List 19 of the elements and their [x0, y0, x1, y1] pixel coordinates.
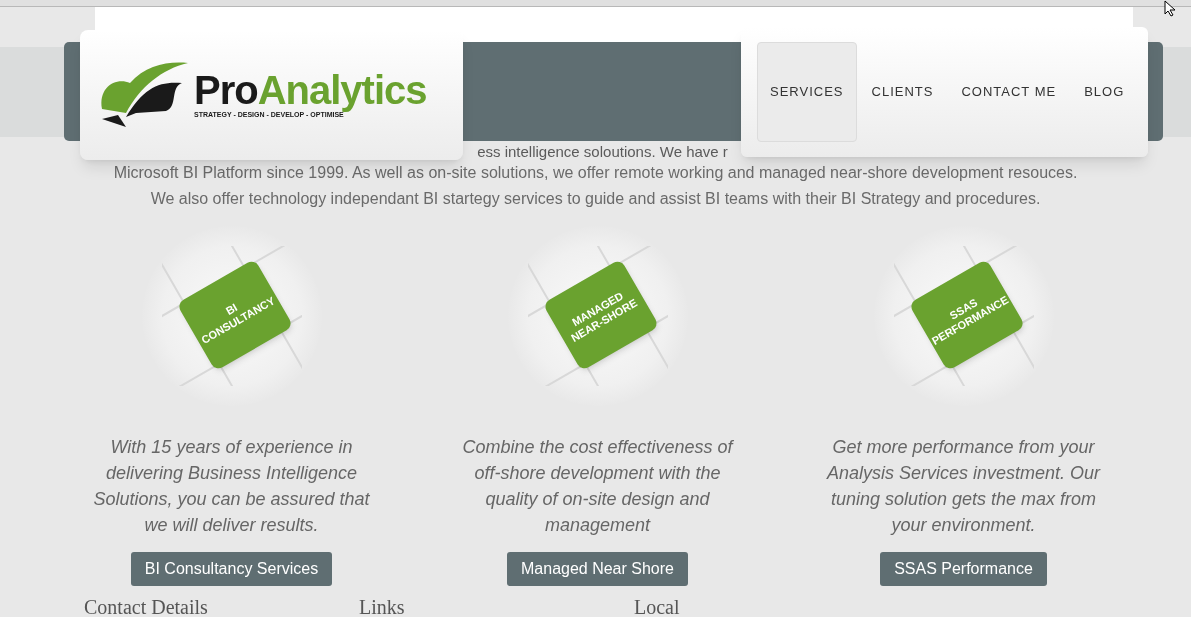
service-description: Combine the cost effectiveness of off-shore development with the quality of on-site design and management [461, 436, 735, 537]
service-button[interactable]: SSAS Performance [880, 552, 1047, 586]
intro-text: Microsoft BI Platform since 1999. As well as on-site solutions, we offer remote working and managed near-shore development resouces. [113, 163, 1078, 183]
cursor-icon [1164, 0, 1178, 17]
service-description: With 15 years of experience in delivering Business Intelligence Solutions, you can be assured that we will deliver results. [92, 436, 371, 537]
service-description: Get more performance from your Analysis Services investment. Our tuning solution gets the max from your environment. [825, 436, 1102, 537]
footer-heading: Links [359, 596, 405, 617]
intro-text: ess intelligence soloutions. We have r [477, 143, 728, 160]
logo-wordmark-end: Analytics [257, 69, 427, 110]
footer-heading: Local [634, 596, 680, 617]
nav-link[interactable]: CONTACT ME [948, 42, 1070, 142]
footer-heading: Contact Details [84, 596, 208, 617]
nav-link[interactable]: SERVICES [757, 42, 857, 142]
nav-link[interactable]: BLOG [1071, 42, 1138, 142]
intro-text: We also offer technology independant BI startegy services to guide and assist BI teams with their BI Strategy and procedures. [150, 189, 1041, 209]
service-button[interactable]: Managed Near Shore [507, 552, 688, 586]
nav-link[interactable]: CLIENTS [858, 42, 947, 142]
logo-wordmark-start: Pro [194, 69, 258, 110]
service-button[interactable]: BI Consultancy Services [130, 552, 333, 586]
